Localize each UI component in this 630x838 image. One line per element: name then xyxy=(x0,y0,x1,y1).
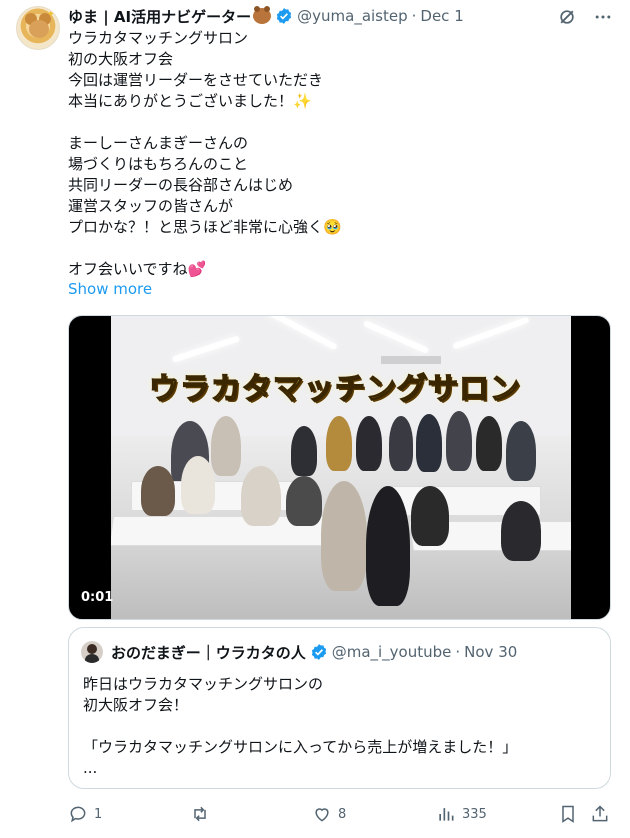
grok-icon[interactable] xyxy=(556,6,578,28)
post-text: ウラカタマッチングサロン 初の大阪オフ会 今回は運営リーダーをさせていただき 本… xyxy=(68,29,342,278)
video-frame: ウラカタマッチングサロン xyxy=(111,316,571,619)
reply-button[interactable]: 1 xyxy=(68,802,102,826)
more-icon[interactable] xyxy=(592,6,614,28)
quoted-tweet[interactable]: おのだまぎー｜ウラカタの人 @ma_i_youtube · Nov 30 昨日は… xyxy=(68,627,611,789)
tweet[interactable]: ✦ ゆま | AI活用ナビゲーター @yuma_aistep · Dec 1 ウ… xyxy=(0,0,630,838)
tweet-header: ゆま | AI活用ナビゲーター @yuma_aistep · Dec 1 xyxy=(68,5,464,27)
reply-icon xyxy=(70,806,86,823)
author-handle[interactable]: @yuma_aistep xyxy=(297,7,408,25)
video-player[interactable]: ウラカタマッチングサロン 0:01 xyxy=(68,315,611,620)
bookmark-button[interactable] xyxy=(558,802,578,826)
like-icon xyxy=(315,808,329,822)
view-count: 335 xyxy=(462,806,487,822)
quoted-text: 昨日はウラカタマッチングサロンの 初大阪オフ会！ 「ウラカタマッチングサロンに入… xyxy=(83,675,518,777)
separator-dot: · xyxy=(411,7,417,25)
verified-icon xyxy=(277,8,292,24)
repost-icon xyxy=(194,806,206,822)
author-name[interactable]: ゆま | AI活用ナビゲーター xyxy=(68,6,251,27)
video-timecode: 0:01 xyxy=(81,590,114,605)
bear-emoji-icon xyxy=(253,6,272,24)
repost-button[interactable] xyxy=(190,802,216,826)
separator-dot: · xyxy=(455,643,461,661)
like-count: 8 xyxy=(338,806,347,822)
quoted-author-avatar[interactable] xyxy=(81,641,103,663)
share-button[interactable] xyxy=(590,802,610,826)
video-banner-text: ウラカタマッチングサロン xyxy=(148,371,521,408)
bookmark-icon xyxy=(562,805,574,823)
quoted-date[interactable]: Nov 30 xyxy=(464,643,517,661)
tweet-action-bar: 1 8 335 xyxy=(68,802,613,826)
quoted-author-name[interactable]: おのだまぎー｜ウラカタの人 xyxy=(111,642,306,663)
author-avatar[interactable]: ✦ xyxy=(16,6,60,50)
quoted-author-handle[interactable]: @ma_i_youtube xyxy=(332,643,452,661)
tweet-top-actions xyxy=(556,6,614,28)
quoted-tweet-header: おのだまぎー｜ウラカタの人 @ma_i_youtube · Nov 30 xyxy=(111,641,517,663)
show-more-link[interactable]: Show more xyxy=(68,280,152,298)
verified-icon xyxy=(311,644,326,660)
share-icon xyxy=(592,805,608,822)
reply-count: 1 xyxy=(94,806,103,822)
views-icon xyxy=(439,808,454,821)
like-button[interactable]: 8 xyxy=(312,802,346,826)
views-button[interactable]: 335 xyxy=(436,802,487,826)
post-date[interactable]: Dec 1 xyxy=(420,7,463,25)
